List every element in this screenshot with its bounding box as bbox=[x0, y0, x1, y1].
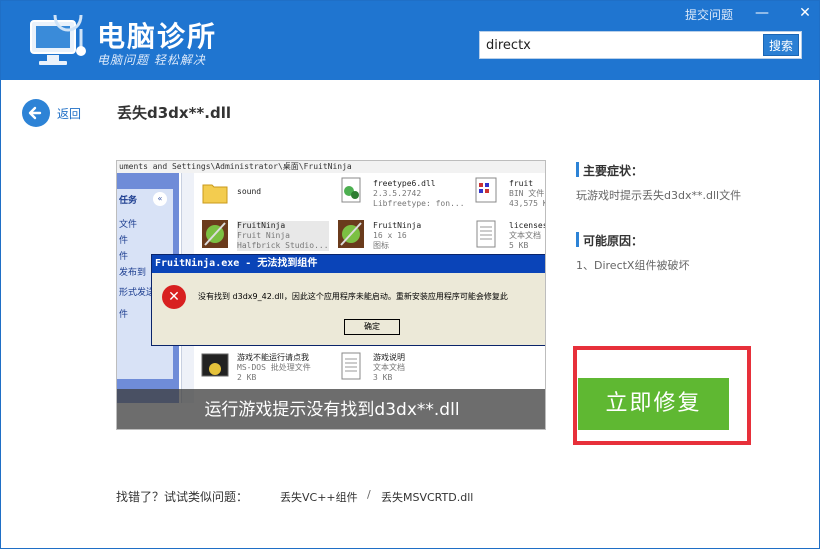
task-item: 件 bbox=[119, 236, 129, 246]
error-dialog: FruitNinja.exe - 无法找到组件 ✕ 没有找到 d3dx9_42.… bbox=[151, 254, 545, 346]
fruit-ninja-icon bbox=[202, 220, 228, 248]
report-issue-link[interactable]: 提交问题 bbox=[685, 6, 733, 23]
error-icon: ✕ bbox=[162, 285, 186, 309]
cause-accent bbox=[576, 232, 579, 247]
similar-issue-link[interactable]: 丢失VC++组件 bbox=[280, 489, 358, 505]
collapse-icon: « bbox=[153, 192, 167, 206]
cause-title: 可能原因： bbox=[583, 234, 644, 248]
text-file-icon bbox=[476, 220, 496, 248]
header-bar: 电脑诊所 电脑问题 轻松解决 提交问题 — ✕ 搜索 bbox=[1, 1, 819, 80]
file-item: 游戏说明 文本文档 3 KB bbox=[373, 353, 405, 382]
task-item: 发布到 bbox=[119, 268, 147, 278]
error-dialog-ok: 确定 bbox=[344, 319, 400, 335]
file-item: fruit BIN 文件 43,575 K bbox=[509, 179, 546, 208]
clinic-logo-icon bbox=[30, 14, 86, 65]
search-input[interactable] bbox=[486, 35, 761, 55]
minimize-button[interactable]: — bbox=[753, 4, 771, 22]
task-item: 件 bbox=[119, 310, 129, 320]
explorer-address: uments and Settings\Administrator\桌面\Fru… bbox=[117, 161, 545, 173]
app-window: 电脑诊所 电脑问题 轻松解决 提交问题 — ✕ 搜索 返回 丢失d3dx**.d… bbox=[0, 0, 820, 549]
task-panel-title: 任务 bbox=[119, 196, 138, 206]
task-item: 形式发送 bbox=[119, 288, 156, 298]
error-dialog-message: 没有找到 d3dx9_42.dll，因此这个应用程序未能启动。重新安装应用程序可… bbox=[198, 292, 508, 301]
file-item: FruitNinja Fruit Ninja Halfbrick Studio.… bbox=[237, 221, 329, 251]
search-box: 搜索 bbox=[479, 31, 802, 59]
similar-issues-label: 找错了？试试类似问题： bbox=[116, 490, 249, 504]
app-subtitle: 电脑问题 轻松解决 bbox=[97, 53, 206, 67]
task-item: 件 bbox=[119, 252, 129, 262]
file-item: freetype6.dll 2.3.5.2742 Libfreetype: fo… bbox=[373, 179, 465, 208]
cause-text: 1、DirectX组件被破坏 bbox=[576, 259, 690, 272]
back-label[interactable]: 返回 bbox=[57, 105, 81, 122]
file-item: licenses 文本文档 5 KB bbox=[509, 221, 546, 250]
bin-file-icon bbox=[475, 177, 497, 203]
fruit-ninja-icon bbox=[338, 220, 364, 248]
back-button[interactable] bbox=[22, 99, 50, 127]
search-button[interactable]: 搜索 bbox=[763, 34, 799, 56]
close-button[interactable]: ✕ bbox=[796, 4, 814, 22]
symptom-title: 主要症状： bbox=[583, 164, 644, 178]
file-item: FruitNinja 16 x 16 图标 bbox=[373, 221, 422, 250]
file-item: sound bbox=[237, 187, 262, 196]
folder-icon bbox=[202, 184, 228, 204]
dll-file-icon bbox=[341, 177, 361, 203]
symptom-accent bbox=[576, 162, 579, 177]
text-file-icon bbox=[341, 352, 361, 380]
task-item: 文件 bbox=[119, 220, 138, 230]
footer-separator: / bbox=[367, 488, 371, 501]
similar-issue-link[interactable]: 丢失MSVCRTD.dll bbox=[381, 489, 473, 505]
error-dialog-title: FruitNinja.exe - 无法找到组件 bbox=[152, 255, 545, 273]
batch-file-icon bbox=[201, 353, 229, 377]
symptom-text: 玩游戏时提示丢失d3dx**.dll文件 bbox=[576, 189, 742, 202]
issue-screenshot: uments and Settings\Administrator\桌面\Fru… bbox=[116, 160, 546, 430]
arrow-left-icon bbox=[28, 106, 42, 120]
app-title: 电脑诊所 bbox=[97, 20, 218, 53]
fix-now-button[interactable]: 立即修复 bbox=[578, 378, 729, 430]
file-item: 游戏不能运行请点我 MS-DOS 批处理文件 2 KB bbox=[237, 353, 311, 382]
screenshot-caption: 运行游戏提示没有找到d3dx**.dll bbox=[117, 389, 545, 429]
issue-title: 丢失d3dx**.dll bbox=[117, 104, 231, 122]
